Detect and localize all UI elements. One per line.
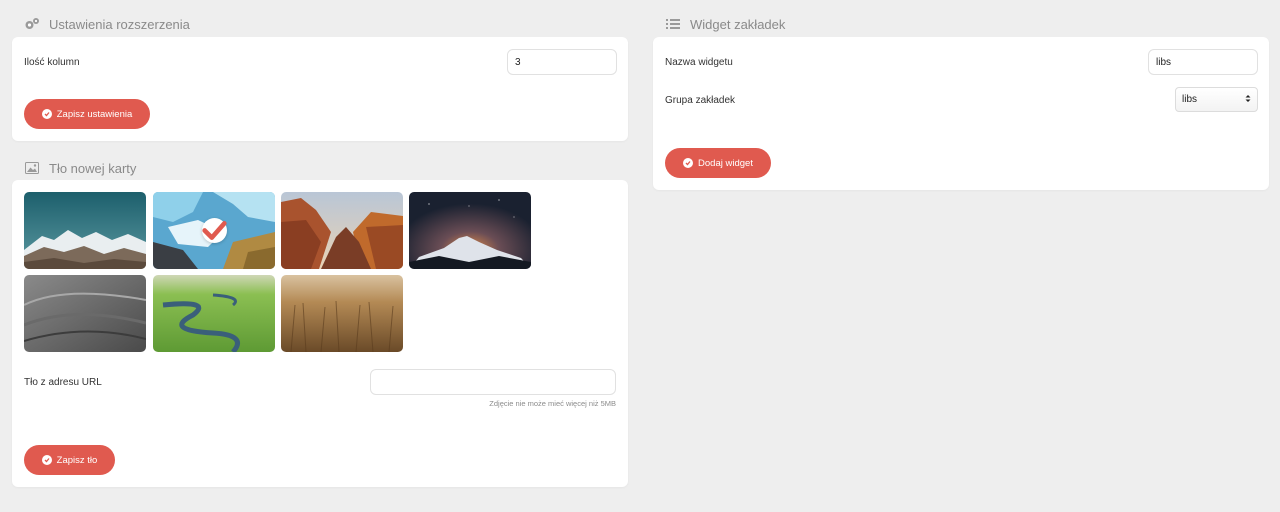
select-arrows-icon [1245,94,1251,106]
settings-card: Ilość kolumn 3 Zapisz ustawienia [12,37,628,141]
selected-check-icon [202,218,227,243]
add-widget-button[interactable]: Dodaj widget [665,148,771,178]
bookmark-group-value: libs [1182,94,1198,105]
background-section-title: Tło nowej karty [24,160,136,176]
columns-input[interactable]: 3 [507,49,617,75]
widget-section-title: Widget zakładek [665,16,785,32]
add-widget-label: Dodaj widget [698,157,753,169]
widget-name-label: Nazwa widgetu [665,57,733,68]
thumbnail-ice-river[interactable] [153,192,275,269]
url-input[interactable] [370,369,616,395]
thumbnail-glacier-mountains[interactable] [24,192,146,269]
url-hint: Zdjęcie nie może mieć więcej niż 5MB [489,399,616,408]
url-label: Tło z adresu URL [24,377,102,388]
thumbnail-canyon-sunset[interactable] [281,192,403,269]
background-card: Tło z adresu URL Zdjęcie nie może mieć w… [12,180,628,487]
check-circle-icon [683,158,694,168]
thumbnail-grey-sand[interactable] [24,275,146,352]
columns-label: Ilość kolumn [24,57,80,68]
image-icon [24,160,40,176]
settings-section-title: Ustawienia rozszerzenia [24,16,190,32]
save-settings-label: Zapisz ustawienia [56,108,133,120]
widget-card: Nazwa widgetu libs Grupa zakładek libs D… [653,37,1269,190]
thumbnail-night-mountain[interactable] [409,192,531,269]
bookmark-group-label: Grupa zakładek [665,95,736,106]
list-icon [665,16,681,32]
save-background-label: Zapisz tło [56,454,98,466]
widget-name-input[interactable]: libs [1148,49,1258,75]
bookmark-group-select[interactable]: libs [1175,87,1258,112]
check-circle-icon [41,109,52,119]
save-settings-button[interactable]: Zapisz ustawienia [24,99,150,129]
thumbnail-green-river[interactable] [153,275,275,352]
settings-title: Ustawienia rozszerzenia [49,16,190,32]
check-circle-icon [41,455,52,465]
widget-title: Widget zakładek [690,16,786,32]
background-title: Tło nowej karty [49,160,137,176]
thumbnail-wheat-field[interactable] [281,275,403,352]
gears-icon [24,16,40,32]
save-background-button[interactable]: Zapisz tło [24,445,115,475]
